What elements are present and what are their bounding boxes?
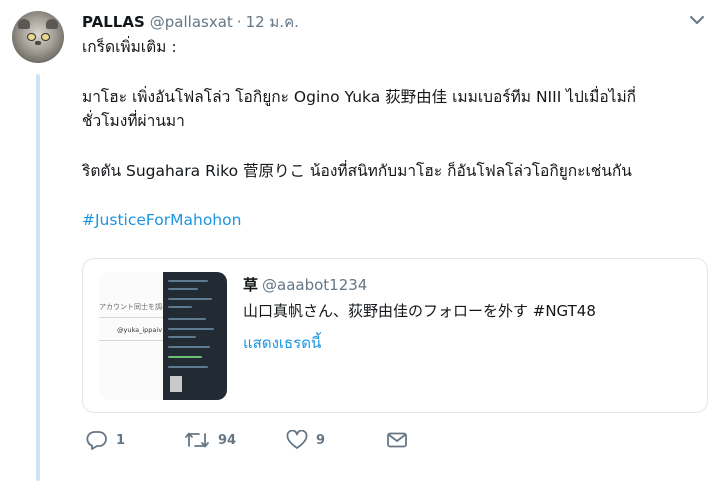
thumbnail-line: [168, 318, 206, 320]
thumbnail-line: [168, 346, 210, 348]
avatar-nose: [35, 41, 41, 45]
quoted-tweet-card[interactable]: アカウント同士を調べ @yuka_ippaiv 草 @aaabot1234 山口真…: [82, 258, 708, 413]
quoted-tweet-text: 山口真帆さん、荻野由佳のフォローを外す #NGT48: [243, 302, 596, 320]
tweet-header: PALLAS @pallasxat · 12 ม.ค.: [82, 10, 299, 31]
tweet-text-line: มาโฮะ เพิ่งอันโฟลโล่ว โอกิยูกะ Ogino Yuk…: [82, 88, 637, 106]
thumbnail-line: [168, 366, 208, 368]
thumbnail-line: [168, 328, 214, 330]
quoted-author-handle: @aaabot1234: [262, 276, 368, 294]
thumbnail-line: [168, 280, 208, 282]
hashtag-link[interactable]: #JusticeForMahohon: [82, 210, 241, 230]
thread-line: [36, 74, 40, 481]
reply-button[interactable]: 1: [86, 430, 125, 450]
tweet-text-line: เกร็ดเพิ่มเติม :: [82, 38, 177, 56]
author-handle[interactable]: @pallasxat: [150, 13, 233, 31]
quoted-author[interactable]: 草 @aaabot1234: [243, 274, 367, 295]
retweet-icon: [184, 430, 210, 450]
envelope-icon: [386, 430, 408, 450]
avatar-ear: [18, 19, 30, 29]
reply-count: 1: [116, 432, 126, 448]
author-name[interactable]: PALLAS: [82, 13, 145, 31]
retweet-button[interactable]: 94: [184, 430, 236, 450]
timestamp[interactable]: 12 ม.ค.: [246, 10, 299, 34]
retweet-count: 94: [218, 432, 237, 448]
quoted-tweet-thumbnail[interactable]: アカウント同士を調べ @yuka_ippaiv: [99, 272, 227, 400]
header-separator: ·: [236, 13, 242, 31]
avatar[interactable]: [12, 11, 64, 63]
avatar-ear: [46, 19, 58, 29]
thumbnail-tag: @yuka_ippaiv: [117, 326, 163, 334]
show-thread-link[interactable]: แสดงเธรดนี้: [243, 331, 321, 355]
thumbnail-screenshot-right: [163, 272, 227, 400]
quoted-author-name: 草: [243, 276, 259, 294]
like-count: 9: [316, 432, 326, 448]
thumbnail-line: [168, 356, 202, 358]
thumbnail-line: [168, 306, 192, 308]
thumbnail-line: [168, 288, 198, 290]
tweet-text-line: ริตตัน Sugahara Riko 菅原りこ น้องที่สนิทกับ…: [82, 162, 632, 180]
thumbnail-divider: [99, 317, 163, 318]
avatar-eye: [27, 33, 36, 41]
avatar-eye: [41, 33, 50, 41]
thumbnail-image-block: [170, 376, 182, 392]
like-button[interactable]: 9: [286, 430, 325, 450]
tweet-text-line: ชั่วโมงที่ผ่านมา: [82, 112, 185, 130]
thumbnail-line: [168, 336, 196, 338]
heart-icon: [286, 430, 308, 450]
chevron-down-icon[interactable]: [688, 12, 706, 30]
thumbnail-divider: [99, 340, 163, 341]
thumbnail-line: [168, 298, 212, 300]
direct-message-button[interactable]: [386, 430, 408, 450]
reply-icon: [86, 430, 108, 450]
thumbnail-screenshot-left: アカウント同士を調べ @yuka_ippaiv: [99, 272, 169, 400]
thumbnail-caption: アカウント同士を調べ: [99, 303, 169, 311]
